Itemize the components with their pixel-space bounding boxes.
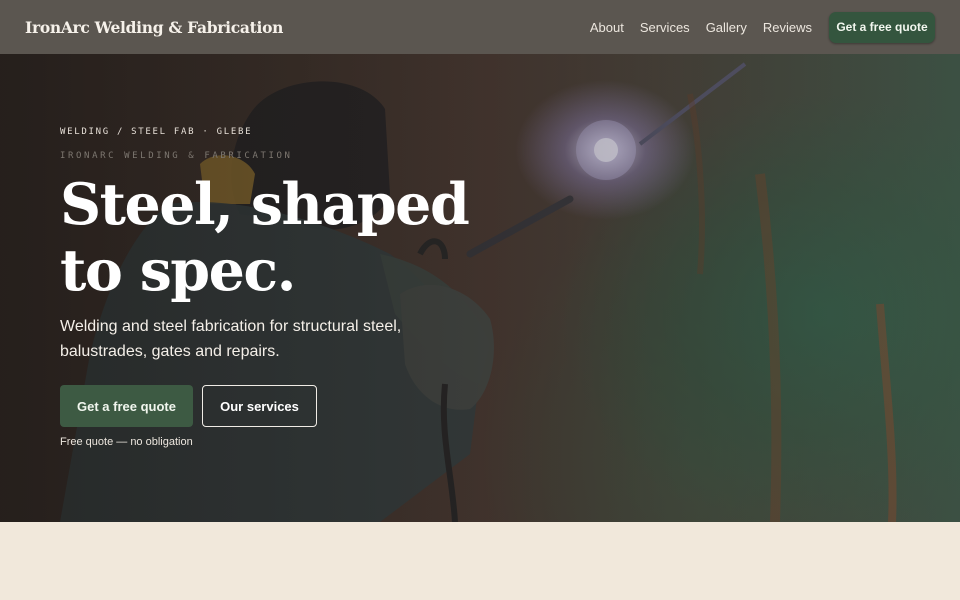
hero-headline: Steel, shaped to spec. [60, 171, 470, 304]
nav-quote-button[interactable]: Get a free quote [829, 11, 935, 43]
top-navbar: IronArc Welding & Fabrication About Serv… [0, 0, 960, 54]
nav-link-about[interactable]: About [590, 20, 624, 35]
nav-link-gallery[interactable]: Gallery [706, 20, 747, 35]
main-nav: About Services Gallery Reviews Get a fre… [574, 11, 935, 43]
nav-link-reviews[interactable]: Reviews [763, 20, 812, 35]
nav-link-services[interactable]: Services [640, 20, 690, 35]
hero-quote-button[interactable]: Get a free quote [60, 385, 193, 427]
next-section [0, 522, 960, 600]
brand-logo-text[interactable]: IronArc Welding & Fabrication [25, 18, 283, 37]
hero-services-button[interactable]: Our services [202, 385, 317, 427]
hero-quote-note: Free quote — no obligation [60, 436, 193, 448]
hero-sub-kicker: IRONARC WELDING & FABRICATION [60, 151, 293, 161]
hero-section: WELDING / STEEL FAB · GLEBE IRONARC WELD… [0, 54, 960, 522]
hero-kicker: WELDING / STEEL FAB · GLEBE [60, 127, 253, 137]
hero-lede: Welding and steel fabrication for struct… [60, 318, 402, 360]
